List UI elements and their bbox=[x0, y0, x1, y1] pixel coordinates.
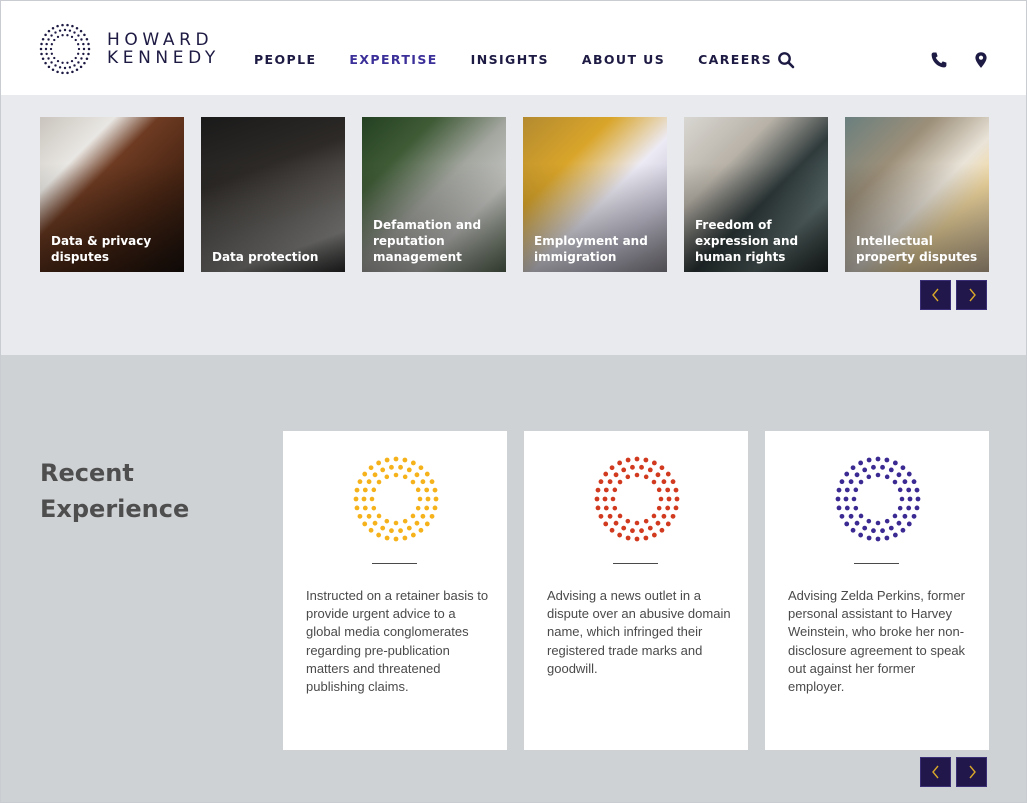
experience-carousel-controls bbox=[915, 757, 987, 787]
card-text: Instructed on a retainer basis to provid… bbox=[306, 588, 489, 695]
expertise-tile-data-privacy-disputes[interactable]: Data & privacy disputes bbox=[40, 117, 184, 272]
chevron-left-icon bbox=[931, 765, 939, 779]
expertise-next-button[interactable] bbox=[956, 280, 987, 310]
tile-label: Employment and immigration bbox=[534, 234, 648, 264]
expertise-tile-defamation[interactable]: Defamation and reputation management bbox=[362, 117, 506, 272]
card-text: Advising a news outlet in a dispute over… bbox=[547, 588, 731, 676]
expertise-tile-list: Data & privacy disputes Data protection … bbox=[40, 117, 989, 272]
card-text: Advising Zelda Perkins, former personal … bbox=[788, 588, 966, 695]
experience-card[interactable]: Advising Zelda Perkins, former personal … bbox=[765, 431, 989, 750]
site-header: HOWARD KENNEDY PEOPLE EXPERTISE INSIGHTS… bbox=[1, 1, 1026, 95]
experience-prev-button[interactable] bbox=[920, 757, 951, 787]
brand-name: HOWARD KENNEDY bbox=[107, 31, 220, 67]
brand-logo[interactable]: HOWARD KENNEDY bbox=[39, 23, 220, 75]
expertise-prev-button[interactable] bbox=[920, 280, 951, 310]
card-divider bbox=[372, 563, 417, 564]
experience-card[interactable]: Advising a news outlet in a dispute over… bbox=[524, 431, 748, 750]
location-pin-icon[interactable] bbox=[972, 51, 990, 69]
dotted-ring-icon bbox=[353, 456, 439, 542]
recent-experience-section: Recent Experience Instructed on a retain… bbox=[1, 355, 1026, 802]
dotted-ring-logo-icon bbox=[39, 23, 91, 75]
section-title: Recent Experience bbox=[40, 459, 190, 523]
chevron-right-icon bbox=[968, 288, 976, 302]
expertise-tile-intellectual-property[interactable]: Intellectual property disputes bbox=[845, 117, 989, 272]
main-nav: PEOPLE EXPERTISE INSIGHTS ABOUT US CAREE… bbox=[254, 52, 805, 67]
nav-about-us[interactable]: ABOUT US bbox=[582, 52, 665, 67]
search-icon[interactable] bbox=[777, 51, 795, 69]
tile-label: Data & privacy disputes bbox=[51, 234, 152, 264]
nav-people[interactable]: PEOPLE bbox=[254, 52, 316, 67]
expertise-carousel-controls bbox=[915, 280, 987, 310]
chevron-right-icon bbox=[968, 765, 976, 779]
experience-next-button[interactable] bbox=[956, 757, 987, 787]
nav-expertise[interactable]: EXPERTISE bbox=[349, 52, 437, 67]
tile-label: Freedom of expression and human rights bbox=[695, 218, 799, 264]
expertise-tile-data-protection[interactable]: Data protection bbox=[201, 117, 345, 272]
tile-label: Data protection bbox=[212, 250, 319, 264]
page: HOWARD KENNEDY PEOPLE EXPERTISE INSIGHTS… bbox=[0, 0, 1027, 803]
brand-name-line1: HOWARD bbox=[107, 30, 214, 50]
card-divider bbox=[613, 563, 658, 564]
expertise-tile-freedom-of-expression[interactable]: Freedom of expression and human rights bbox=[684, 117, 828, 272]
card-divider bbox=[854, 563, 899, 564]
brand-name-line2: KENNEDY bbox=[107, 48, 220, 68]
phone-icon[interactable] bbox=[930, 51, 948, 69]
nav-insights[interactable]: INSIGHTS bbox=[471, 52, 549, 67]
expertise-carousel: Data & privacy disputes Data protection … bbox=[1, 95, 1026, 355]
nav-careers[interactable]: CAREERS bbox=[698, 52, 772, 67]
dotted-ring-icon bbox=[594, 456, 680, 542]
chevron-left-icon bbox=[931, 288, 939, 302]
tile-label: Intellectual property disputes bbox=[856, 234, 978, 264]
expertise-tile-employment[interactable]: Employment and immigration bbox=[523, 117, 667, 272]
dotted-ring-icon bbox=[835, 456, 921, 542]
tile-label: Defamation and reputation management bbox=[373, 218, 482, 264]
experience-card[interactable]: Instructed on a retainer basis to provid… bbox=[283, 431, 507, 750]
experience-card-list: Instructed on a retainer basis to provid… bbox=[283, 431, 989, 750]
